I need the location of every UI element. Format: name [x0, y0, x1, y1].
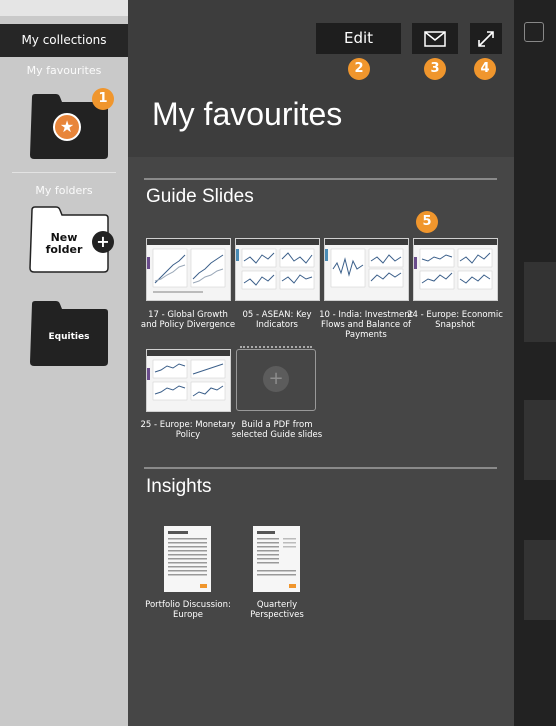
slide-caption: 10 - India: Investment Flows and Balance…	[319, 310, 413, 340]
slide-caption: 17 - Global Growth and Policy Divergence	[140, 310, 236, 330]
slide-thumbnail[interactable]	[146, 238, 231, 301]
slide-thumbnail[interactable]	[146, 349, 231, 412]
new-folder-label: New folder	[45, 231, 83, 256]
document-icon	[168, 531, 207, 588]
build-pdf-button[interactable]: +	[236, 346, 316, 411]
insight-document-thumbnail[interactable]	[164, 526, 211, 592]
favourites-panel: Edit 2 3 4 My favourites Guide Slides 5	[128, 0, 514, 726]
badge-1: 1	[92, 88, 114, 110]
email-button[interactable]	[412, 23, 458, 54]
envelope-icon	[424, 31, 446, 47]
spiral-binding-icon	[240, 346, 312, 355]
badge-2: 2	[348, 58, 370, 80]
sidebar-top-strip	[0, 0, 128, 16]
bg-thumb	[524, 400, 556, 480]
slide-caption: 05 - ASEAN: Key Indicators	[242, 310, 312, 330]
slide-chart-icon	[236, 239, 319, 290]
my-folders-label: My folders	[35, 184, 93, 197]
slide-chart-icon	[414, 239, 497, 290]
slide-thumbnail[interactable]	[235, 238, 320, 301]
document-icon	[257, 531, 296, 588]
bg-thumb	[524, 262, 556, 342]
search-icon	[524, 22, 544, 42]
slide-caption: 25 - Europe: Monetary Policy	[140, 420, 236, 440]
slide-thumbnail[interactable]	[413, 238, 498, 301]
edit-button[interactable]: Edit	[316, 23, 401, 54]
badge-4: 4	[474, 58, 496, 80]
build-pdf-caption: Build a PDF from selected Guide slides	[231, 420, 323, 440]
equities-folder[interactable]: Equities	[28, 300, 110, 367]
my-collections-tab[interactable]: My collections	[0, 24, 128, 57]
slide-thumbnail[interactable]	[324, 238, 409, 301]
plus-icon: +	[263, 366, 289, 392]
insight-caption: Portfolio Discussion: Europe	[145, 600, 231, 620]
slide-chart-icon	[147, 350, 230, 401]
star-icon: ★	[53, 113, 81, 141]
background-content	[514, 0, 556, 726]
insights-heading: Insights	[146, 476, 212, 497]
badge-3: 3	[424, 58, 446, 80]
badge-5: 5	[416, 211, 438, 233]
plus-icon: +	[92, 231, 114, 253]
insight-caption: Quarterly Perspectives	[250, 600, 304, 620]
page-title: My favourites	[152, 96, 343, 132]
slide-caption: 24 - Europe: Economic Snapshot	[407, 310, 503, 330]
slide-chart-icon	[147, 239, 230, 293]
collections-sidebar: My collections My favourites ★ 1 My fold…	[0, 0, 128, 726]
section-divider	[144, 178, 497, 180]
guide-slides-heading: Guide Slides	[146, 186, 254, 207]
expand-icon	[478, 31, 494, 47]
equities-label: Equities	[48, 332, 90, 342]
my-favourites-label: My favourites	[26, 64, 102, 77]
section-divider	[144, 467, 497, 469]
bg-thumb	[524, 540, 556, 620]
expand-button[interactable]	[470, 23, 502, 54]
sidebar-divider	[12, 172, 116, 173]
new-folder-button[interactable]: New folder +	[28, 206, 114, 273]
slide-chart-icon	[325, 239, 408, 288]
insight-document-thumbnail[interactable]	[253, 526, 300, 592]
